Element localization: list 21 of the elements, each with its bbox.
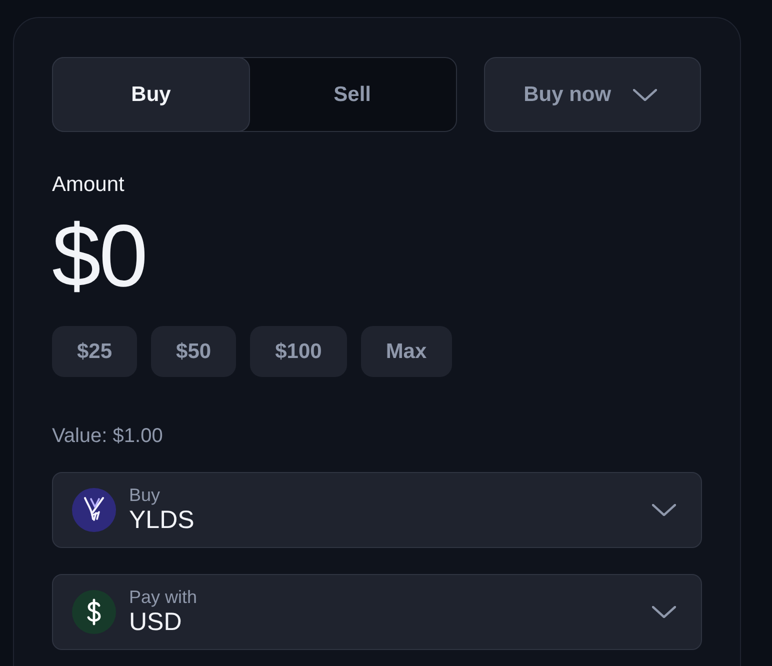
currency-select[interactable]: Pay with USD: [52, 574, 702, 650]
order-type-dropdown[interactable]: Buy now: [484, 57, 701, 132]
mode-tab[interactable]: Buy: [52, 57, 250, 132]
dollar-icon: [72, 590, 116, 634]
value-text: Value: $1.00: [52, 424, 164, 448]
amount-value: $0: [52, 211, 147, 301]
preset-amount-button[interactable]: $50: [151, 326, 236, 377]
mode-tab[interactable]: Sell: [248, 57, 457, 132]
select-value: YLDS: [129, 505, 196, 535]
select-label: Pay with: [129, 587, 198, 607]
currency-select[interactable]: Buy YLDS: [52, 472, 702, 548]
amount-label: Amount: [52, 173, 126, 197]
chevron-down-icon: [652, 504, 676, 516]
chevron-down-icon: [633, 88, 658, 100]
chevron-down-icon: [652, 606, 676, 618]
select-value: USD: [129, 607, 183, 637]
select-label: Buy: [129, 485, 162, 505]
token-logo-icon: [72, 488, 116, 532]
preset-amount-button[interactable]: $25: [52, 326, 138, 377]
preset-amount-button[interactable]: Max: [360, 326, 452, 377]
preset-amount-button[interactable]: $100: [250, 326, 347, 377]
